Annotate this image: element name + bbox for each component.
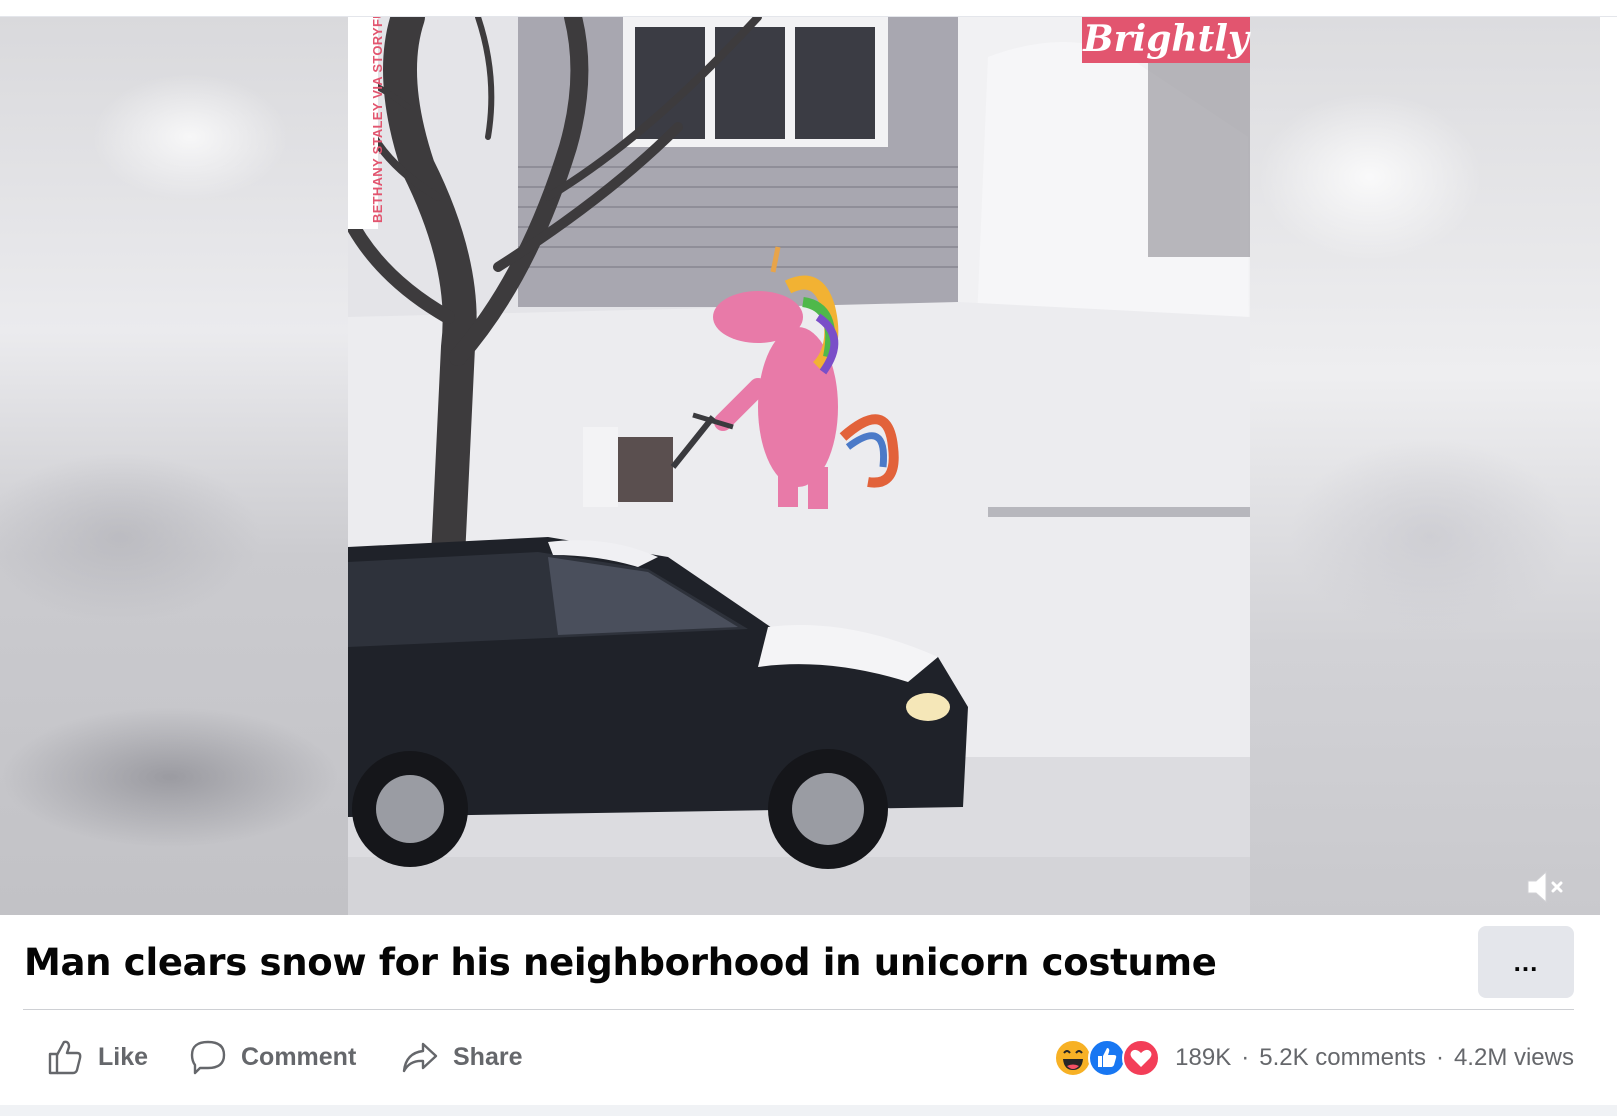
post-action-bar: Like Comment Share 189K · 5.2K comments …: [0, 1010, 1617, 1105]
video-frame[interactable]: [348, 17, 1250, 915]
like-label: Like: [98, 1042, 149, 1071]
top-bar: [0, 0, 1617, 17]
more-options-button[interactable]: ...: [1478, 926, 1574, 998]
stats-separator: ·: [1435, 1044, 1444, 1071]
reaction-icons[interactable]: [1053, 1038, 1167, 1078]
post-title: Man clears snow for his neighborhood in …: [24, 941, 1217, 984]
video-scene: [348, 17, 1250, 915]
comment-button[interactable]: Comment: [189, 1034, 356, 1080]
video-blur-backdrop-right: [1250, 17, 1600, 915]
stats-separator: ·: [1241, 1044, 1250, 1071]
comment-bubble-icon: [190, 1040, 226, 1075]
like-button[interactable]: Like: [46, 1034, 148, 1080]
brand-watermark: Brightly: [1082, 17, 1250, 63]
feed-background: [0, 1105, 1617, 1116]
views-count: 4.2M views: [1453, 1044, 1574, 1071]
post-stats: 189K · 5.2K comments · 4.2M views: [1053, 1036, 1574, 1080]
comments-count[interactable]: 5.2K comments: [1259, 1044, 1426, 1072]
comment-label: Comment: [241, 1042, 357, 1071]
post-title-row: Man clears snow for his neighborhood in …: [0, 915, 1617, 1010]
love-reaction-icon: [1122, 1039, 1161, 1077]
share-button[interactable]: Share: [401, 1034, 522, 1080]
video-credit: BETHANY STALEY VIA STORYFUL: [348, 17, 385, 229]
video-credit-text: BETHANY STALEY VIA STORYFUL: [370, 17, 385, 223]
video-player[interactable]: BETHANY STALEY VIA STORYFUL Brightly: [0, 17, 1600, 915]
share-label: Share: [453, 1042, 523, 1071]
share-arrow-icon: [402, 1042, 438, 1073]
more-options-icon: ...: [1513, 946, 1539, 977]
video-blur-backdrop-left: [0, 17, 348, 915]
speaker-muted-icon: [1527, 870, 1563, 904]
unmute-button[interactable]: [1520, 865, 1572, 909]
thumbs-up-icon: [48, 1040, 82, 1075]
reaction-count[interactable]: 189K: [1175, 1044, 1231, 1072]
